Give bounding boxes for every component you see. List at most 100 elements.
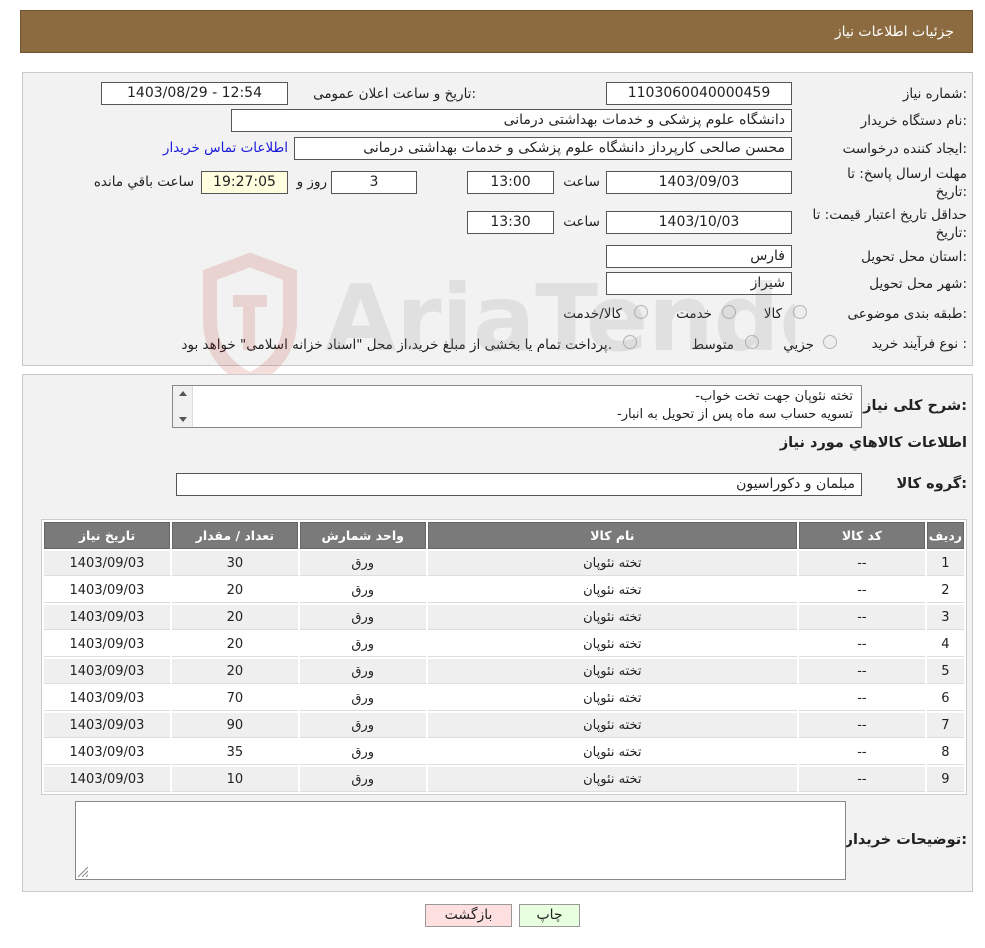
cell-quantity: 20: [171, 605, 298, 630]
need-number-label: شماره نیاز:: [902, 86, 967, 102]
goods-group-field[interactable]: مبلمان و دکوراسیون: [176, 473, 862, 496]
category-option-goods: کالا: [763, 306, 782, 322]
cell-item-name: تخته نئوپان: [427, 605, 797, 630]
cell-row-number: 6: [926, 686, 964, 711]
description-line-2: -تسویه حساب سه ماه پس از تحویل به انبار: [617, 407, 853, 422]
cell-row-number: 8: [926, 740, 964, 765]
validity-time-label: ساعت: [563, 214, 600, 230]
buyer-org-field[interactable]: دانشگاه علوم پزشکی و خدمات بهداشتی درمان…: [231, 109, 792, 132]
table-row[interactable]: 5 -- تخته نئوپان ورق 20 1403/09/03: [44, 659, 964, 684]
cell-unit: ورق: [299, 767, 426, 792]
cell-row-number: 7: [926, 713, 964, 738]
col-header-quantity: تعداد / مقدار: [171, 522, 298, 549]
table-row[interactable]: 9 -- تخته نئوپان ورق 10 1403/09/03: [44, 767, 964, 792]
announce-datetime-field[interactable]: 1403/08/29 - 12:54: [101, 82, 288, 105]
remaining-time-label: ساعت باقي مانده: [93, 174, 194, 190]
buyer-org-label: نام دستگاه خریدار:: [860, 113, 967, 129]
cell-need-date: 1403/09/03: [44, 659, 170, 684]
table-row[interactable]: 4 -- تخته نئوپان ورق 20 1403/09/03: [44, 632, 964, 657]
cell-need-date: 1403/09/03: [44, 686, 170, 711]
col-header-name: نام کالا: [427, 522, 797, 549]
cell-unit: ورق: [299, 740, 426, 765]
deadline-date-field[interactable]: 1403/09/03: [606, 171, 792, 194]
back-button[interactable]: بازگشت: [425, 904, 512, 927]
buyer-contact-link[interactable]: اطلاعات تماس خریدار: [163, 140, 288, 156]
cell-row-number: 9: [926, 767, 964, 792]
cell-quantity: 30: [171, 551, 298, 576]
category-radio-goods[interactable]: [793, 305, 807, 319]
days-remaining-field[interactable]: 3: [331, 171, 417, 194]
cell-item-code: --: [799, 740, 925, 765]
col-header-unit: واحد شمارش: [299, 522, 426, 549]
category-option-goods-service: کالا/خدمت: [563, 306, 622, 322]
description-textarea[interactable]: -تخته نئوپان جهت تخت خواب -تسویه حساب سه…: [172, 385, 862, 428]
treasury-checkbox[interactable]: [623, 335, 637, 349]
cell-item-name: تخته نئوپان: [427, 578, 797, 603]
cell-unit: ورق: [299, 632, 426, 657]
validity-label-line2: تاريخ:: [935, 225, 967, 241]
category-radio-service[interactable]: [722, 305, 736, 319]
cell-need-date: 1403/09/03: [44, 713, 170, 738]
cell-item-name: تخته نئوپان: [427, 713, 797, 738]
deadline-time-label: ساعت: [563, 174, 600, 190]
province-field[interactable]: فارس: [606, 245, 792, 268]
cell-item-code: --: [799, 686, 925, 711]
requester-label: ایجاد کننده درخواست:: [842, 141, 967, 157]
table-row[interactable]: 1 -- تخته نئوپان ورق 30 1403/09/03: [44, 551, 964, 576]
cell-item-code: --: [799, 605, 925, 630]
cell-quantity: 20: [171, 659, 298, 684]
table-row[interactable]: 8 -- تخته نئوپان ورق 35 1403/09/03: [44, 740, 964, 765]
cell-row-number: 1: [926, 551, 964, 576]
goods-table-header: ردیف کد کالا نام کالا واحد شمارش تعداد /…: [44, 522, 964, 549]
purchase-radio-minor[interactable]: [823, 335, 837, 349]
days-label: روز و: [296, 174, 327, 190]
deadline-label-line2: تاریخ:: [935, 184, 967, 200]
cell-item-name: تخته نئوپان: [427, 551, 797, 576]
goods-table: ردیف کد کالا نام کالا واحد شمارش تعداد /…: [41, 519, 967, 795]
cell-quantity: 20: [171, 632, 298, 657]
table-row[interactable]: 3 -- تخته نئوپان ورق 20 1403/09/03: [44, 605, 964, 630]
table-row[interactable]: 7 -- تخته نئوپان ورق 90 1403/09/03: [44, 713, 964, 738]
col-header-code: کد کالا: [799, 522, 925, 549]
description-scrollbar[interactable]: [173, 386, 193, 427]
category-radio-goods-service[interactable]: [634, 305, 648, 319]
print-button[interactable]: چاپ: [519, 904, 580, 927]
cell-unit: ورق: [299, 578, 426, 603]
cell-need-date: 1403/09/03: [44, 767, 170, 792]
cell-item-code: --: [799, 659, 925, 684]
cell-row-number: 3: [926, 605, 964, 630]
cell-unit: ورق: [299, 659, 426, 684]
cell-quantity: 10: [171, 767, 298, 792]
table-row[interactable]: 6 -- تخته نئوپان ورق 70 1403/09/03: [44, 686, 964, 711]
purchase-radio-medium[interactable]: [745, 335, 759, 349]
table-row[interactable]: 2 -- تخته نئوپان ورق 20 1403/09/03: [44, 578, 964, 603]
buyer-notes-label: توضیحات خریدار:: [844, 832, 967, 848]
cell-unit: ورق: [299, 605, 426, 630]
requester-field[interactable]: محسن صالحی کارپرداز دانشگاه علوم پزشکی و…: [294, 137, 792, 160]
cell-unit: ورق: [299, 713, 426, 738]
need-number-field[interactable]: 1103060040000459: [606, 82, 792, 105]
validity-label-line1: حداقل تاريخ اعتبار قيمت: تا: [812, 207, 967, 223]
cell-quantity: 35: [171, 740, 298, 765]
city-label: شهر محل تحویل:: [869, 276, 967, 292]
cell-item-code: --: [799, 713, 925, 738]
cell-need-date: 1403/09/03: [44, 578, 170, 603]
validity-date-field[interactable]: 1403/10/03: [606, 211, 792, 234]
announce-label: تاریخ و ساعت اعلان عمومی:: [313, 86, 476, 102]
remaining-time-field[interactable]: 19:27:05: [201, 171, 288, 194]
cell-item-name: تخته نئوپان: [427, 659, 797, 684]
description-label: شرح کلی نیاز:: [863, 398, 967, 414]
cell-item-code: --: [799, 767, 925, 792]
buyer-notes-textarea[interactable]: [75, 801, 846, 880]
col-header-date: تاریخ نیاز: [44, 522, 170, 549]
cell-quantity: 70: [171, 686, 298, 711]
page-title: جزئیات اطلاعات نیاز: [834, 23, 954, 40]
cell-item-code: --: [799, 578, 925, 603]
validity-time-field[interactable]: 13:30: [467, 211, 554, 234]
deadline-time-field[interactable]: 13:00: [467, 171, 554, 194]
city-field[interactable]: شیراز: [606, 272, 792, 295]
cell-item-name: تخته نئوپان: [427, 686, 797, 711]
cell-need-date: 1403/09/03: [44, 551, 170, 576]
purchase-note: پرداخت تمام یا بخشی از مبلغ خرید،از محل …: [181, 337, 612, 353]
category-option-service: خدمت: [676, 306, 712, 322]
